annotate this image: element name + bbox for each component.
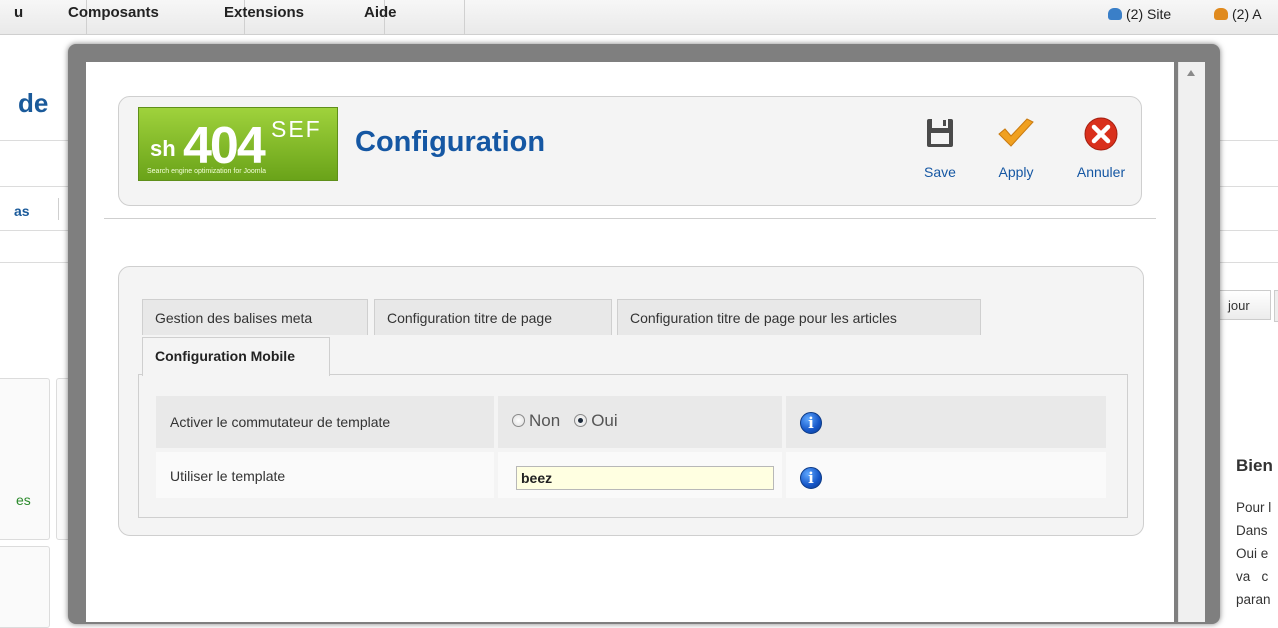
form-row-label-cell: Activer le commutateur de template [156, 396, 494, 448]
logo-tagline: Search engine optimization for Joomla [147, 168, 267, 175]
welcome-title: Bien [1236, 456, 1273, 475]
background-panel [0, 378, 50, 540]
update-button[interactable]: jour [1219, 290, 1271, 320]
sh404sef-logo: sh 404 SEF Search engine optimization fo… [138, 107, 338, 181]
save-button[interactable]: Save [910, 110, 970, 186]
admin-users-icon [1214, 8, 1228, 20]
form-row-input-cell: Non Oui [498, 396, 782, 448]
template-switcher-label: Activer le commutateur de template [170, 414, 391, 430]
welcome-text: Pour l [1236, 500, 1272, 515]
logo-text: sh [150, 136, 176, 161]
background-panel [0, 546, 50, 628]
page-title: Configuration [355, 126, 546, 158]
users-icon [1108, 8, 1122, 20]
apply-label: Apply [998, 164, 1034, 180]
apply-button[interactable]: Apply [986, 110, 1046, 186]
form-row-help-cell [786, 396, 1106, 448]
form-row-help-cell [786, 452, 1106, 498]
logo-text: 404 [183, 117, 266, 175]
radio-non-label[interactable]: Non [529, 411, 560, 430]
tab-page-title[interactable]: Configuration titre de page [374, 299, 612, 335]
welcome-text: va c [1236, 569, 1269, 584]
welcome-text: paran [1236, 592, 1271, 607]
checkmark-icon [998, 118, 1034, 147]
background-link[interactable]: es [16, 492, 31, 508]
background-button[interactable] [1274, 290, 1278, 322]
cancel-button[interactable]: Annuler [1068, 110, 1134, 186]
tab-mobile-configuration[interactable]: Configuration Mobile [142, 337, 330, 376]
save-label: Save [924, 164, 956, 180]
radio-non[interactable] [512, 414, 525, 427]
info-icon[interactable]: i [800, 412, 822, 434]
status-site[interactable]: (2) Site [1108, 6, 1171, 22]
background-tab[interactable]: as [14, 203, 30, 219]
use-template-label: Utiliser le template [170, 468, 286, 484]
template-switcher-radio-group: Non Oui [512, 411, 632, 431]
cancel-label: Annuler [1076, 164, 1126, 180]
background-page-title: de [18, 88, 49, 118]
scroll-up-arrow-icon[interactable] [1187, 70, 1195, 76]
tab-meta-tags[interactable]: Gestion des balises meta [142, 299, 368, 335]
welcome-text: Dans [1236, 523, 1268, 538]
status-admin[interactable]: (2) A [1214, 6, 1262, 22]
modal-scrollbar[interactable] [1178, 62, 1205, 622]
top-menu-bar: u Composants Extensions Aide (2) Site (2… [0, 0, 1278, 35]
save-icon [927, 119, 953, 147]
divider [58, 198, 59, 220]
template-name-input[interactable] [516, 466, 774, 490]
radio-oui-label[interactable]: Oui [591, 411, 617, 430]
radio-oui[interactable] [574, 414, 588, 427]
menu-item-aide[interactable]: Aide [344, 0, 465, 34]
divider [104, 218, 1156, 219]
form-row-label-cell: Utiliser le template [156, 452, 494, 498]
info-icon[interactable]: i [800, 467, 822, 489]
close-icon [1084, 117, 1118, 151]
welcome-text: Oui e [1236, 546, 1269, 561]
tab-page-title-articles[interactable]: Configuration titre de page pour les art… [617, 299, 981, 335]
logo-text: SEF [271, 116, 322, 142]
